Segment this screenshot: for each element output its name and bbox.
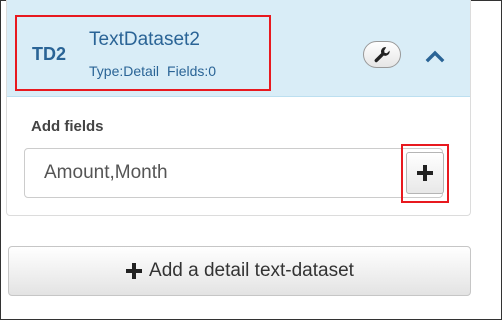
dataset-panel-header[interactable]: TD2 TextDataset2 Type:Detail Fields:0: [7, 0, 470, 97]
add-fields-input[interactable]: [25, 149, 400, 197]
add-fields-group: [24, 148, 443, 198]
dataset-code: TD2: [32, 44, 67, 64]
collapse-button[interactable]: [420, 44, 450, 68]
add-field-button[interactable]: [406, 152, 444, 194]
add-detail-dataset-button[interactable]: Add a detail text-dataset: [8, 246, 471, 296]
add-fields-label: Add fields: [31, 118, 104, 135]
dataset-type: Type:Detail: [89, 63, 160, 79]
add-detail-dataset-label: Add a detail text-dataset: [149, 260, 354, 281]
plus-icon: [417, 165, 433, 181]
dataset-name: TextDataset2: [89, 29, 200, 50]
wrench-icon: [374, 46, 390, 62]
dataset-fields-count: Fields:0: [167, 63, 217, 79]
chevron-up-icon: [425, 50, 445, 63]
settings-button[interactable]: [363, 41, 401, 68]
plus-icon: [125, 262, 143, 280]
dataset-meta: Type:Detail Fields:0: [89, 63, 216, 79]
